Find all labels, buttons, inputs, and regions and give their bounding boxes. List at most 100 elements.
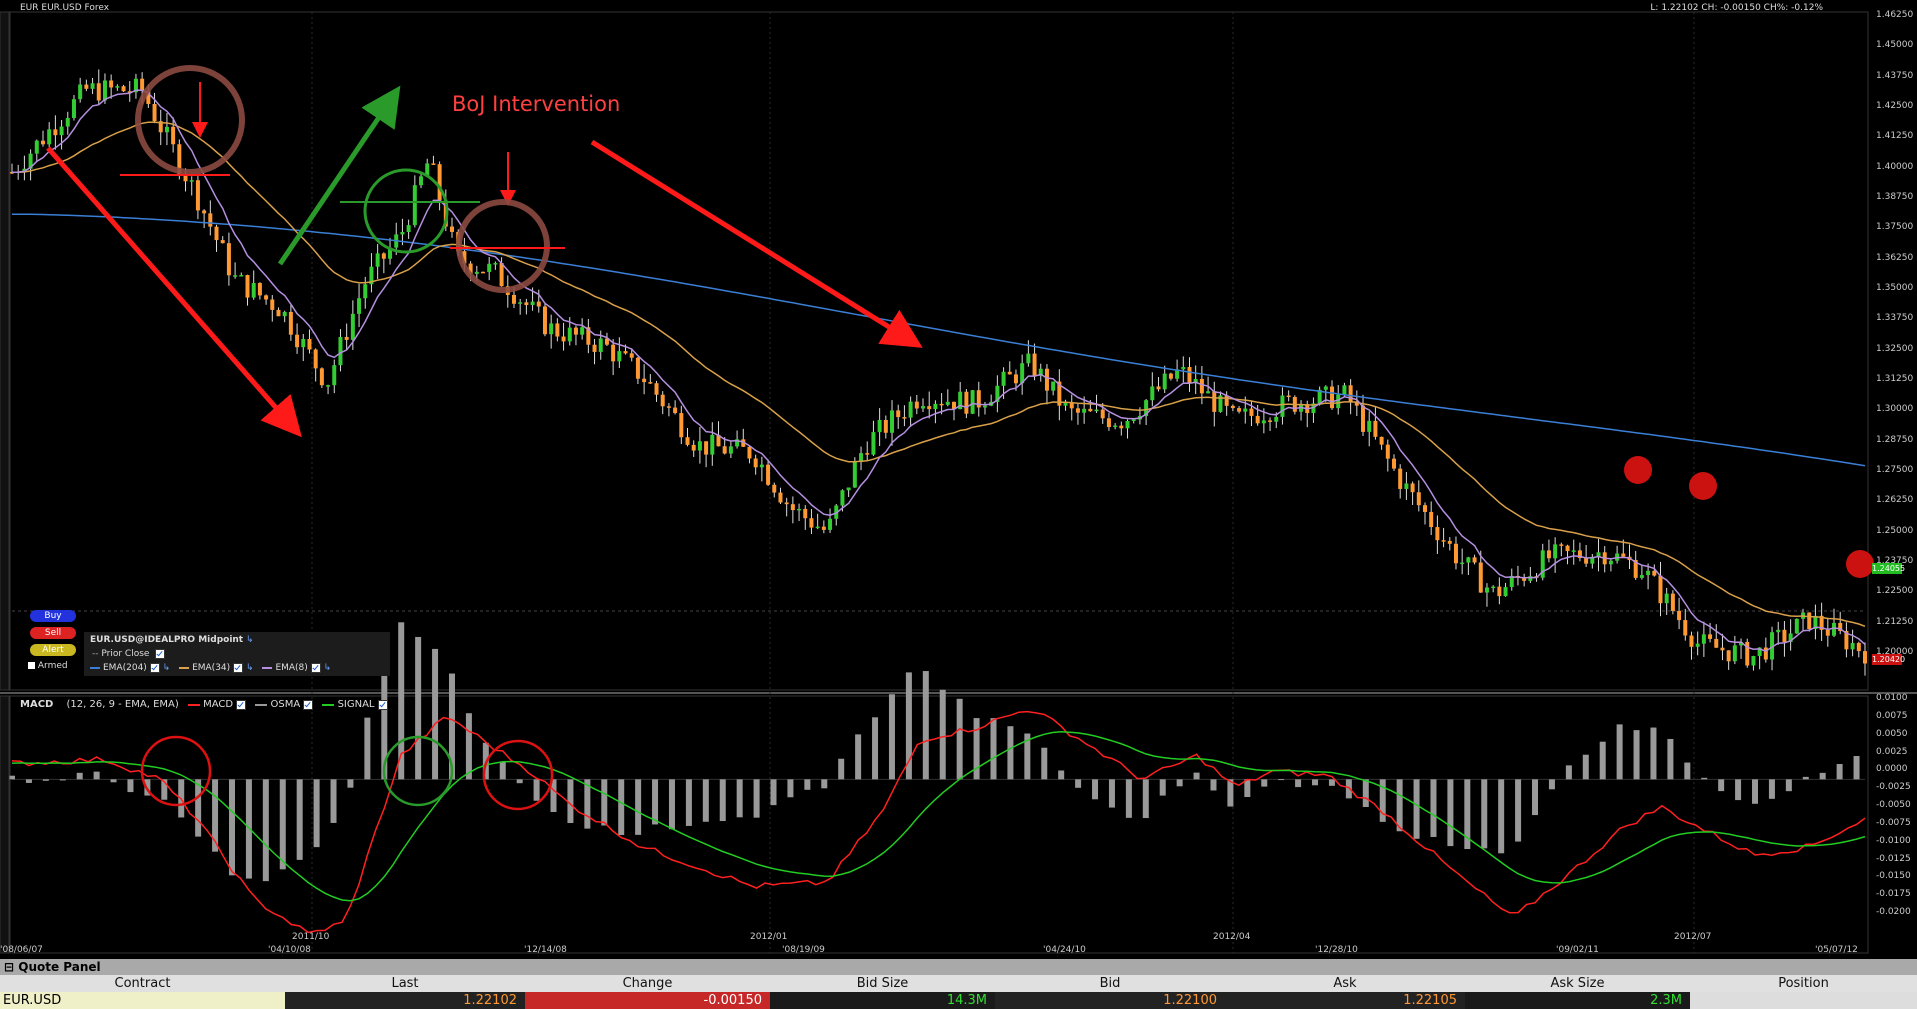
column-bid-size[interactable]: Bid Size [770,975,995,992]
osma-bar [415,636,422,780]
contract-cell[interactable]: EUR.USD [0,992,285,1009]
indicator-legend: EUR.USD@IDEALPRO Midpoint ↳ -- Prior Clo… [84,632,390,676]
osma-bar [465,713,472,780]
candle-body [890,410,895,433]
legend-ema204: EMA(204) [103,663,147,673]
armed-toggle[interactable]: Armed [28,661,68,671]
column-ask[interactable]: Ask [1225,975,1465,992]
legend-arrow-icon[interactable]: ↳ [246,635,254,645]
candle-body [121,86,126,92]
candle-body [276,309,281,317]
osma-bar [956,698,963,780]
candle-body [883,420,888,433]
candle-body [1100,409,1105,419]
candle-body [871,432,876,455]
price-tick-label: 1.27500 [1876,465,1914,475]
signal-checkbox[interactable] [377,699,388,710]
candle-body [493,263,498,265]
candle-body [561,336,566,342]
warning-dot-2 [1846,550,1874,578]
candle-body [1013,374,1018,384]
ema34-checkbox[interactable] [233,662,244,673]
candle-body [642,378,647,383]
macd-tick-label: -0.0050 [1876,800,1911,810]
ema8-arrow-icon[interactable]: ↳ [321,663,332,673]
candle-body [381,253,386,259]
candle-body [549,323,554,335]
candle-body [1274,416,1279,422]
candle-body [96,83,101,101]
macd-params: (12, 26, 9 - EMA, EMA) [66,699,179,710]
candle-body [1850,642,1855,650]
candle-body [914,401,919,409]
candle-body [1181,367,1186,370]
macd-legend: MACD (12, 26, 9 - EMA, EMA) MACD OSMA SI… [20,699,388,711]
osma-bar [1718,779,1725,792]
osma-checkbox[interactable] [303,699,314,710]
price-tick-label: 1.38750 [1876,192,1914,202]
bid-cell[interactable]: 1.22100 [995,992,1225,1009]
buy-button[interactable]: Buy [30,610,76,622]
macd-swatch [187,703,200,706]
macd-tick-label: 0.0050 [1876,728,1908,739]
candle-body [555,323,560,337]
alert-button[interactable]: Alert [30,644,76,656]
candle-body [1032,353,1037,376]
candle-body [295,334,300,348]
ask-cell[interactable]: 1.22105 [1225,992,1465,1009]
osma-bar [42,779,49,781]
candle-body [1404,483,1409,489]
candle-body [1863,651,1867,664]
column-bid[interactable]: Bid [995,975,1225,992]
osma-bar [313,779,320,848]
macd-tick-label: 0.0075 [1876,710,1908,721]
macd-circle-3 [482,739,554,811]
quote-row[interactable]: EUR.USD 1.22102 -0.00150 14.3M 1.22100 1… [0,992,1917,1009]
date-tick-minor: '05/07/12 [1815,945,1858,955]
price-chart[interactable] [0,0,1917,959]
date-tick-major: 2012/04 [1213,932,1251,942]
candle-body [313,349,318,369]
sell-button[interactable]: Sell [30,627,76,639]
prior-close-checkbox[interactable] [155,648,166,659]
macd-label: MACD [203,699,234,710]
candle-body [611,344,616,362]
candle-body [1608,560,1613,565]
candle-body [480,271,485,274]
osma-bar [110,779,117,783]
candle-body [1429,511,1434,528]
candle-body [1726,650,1731,662]
ema8-checkbox[interactable] [310,662,321,673]
candle-body [809,518,814,528]
osma-bar [770,779,777,806]
ema34-arrow-icon[interactable]: ↳ [243,663,256,673]
column-change[interactable]: Change [525,975,770,992]
macd-checkbox[interactable] [236,699,247,710]
candle-body [747,446,752,459]
candle-body [865,453,870,455]
column-last[interactable]: Last [285,975,525,992]
collapse-icon[interactable]: ⊟ [4,960,14,974]
candle-body [301,338,306,348]
armed-checkbox[interactable] [28,662,35,669]
candle-body [109,80,114,88]
legend-title-row: EUR.USD@IDEALPRO Midpoint ↳ [90,634,254,646]
column-ask-size[interactable]: Ask Size [1465,975,1690,992]
candle-body [573,327,578,335]
candle-body [1156,386,1161,390]
candle-body [1379,436,1384,445]
candle-body [208,213,213,227]
column-position[interactable]: Position [1690,975,1917,992]
candle-body [1565,545,1570,552]
ema204-arrow-icon[interactable]: ↳ [160,663,173,673]
osma-bar [1092,779,1099,800]
candle-body [964,391,969,414]
osma-bar [1532,779,1539,816]
candle-body [542,306,547,335]
osma-bar [93,771,100,780]
column-contract[interactable]: Contract [0,975,285,992]
candle-body [766,464,771,485]
osma-swatch [255,703,268,706]
price-tick-label: 1.30000 [1876,404,1914,415]
ema204-checkbox[interactable] [149,662,160,673]
